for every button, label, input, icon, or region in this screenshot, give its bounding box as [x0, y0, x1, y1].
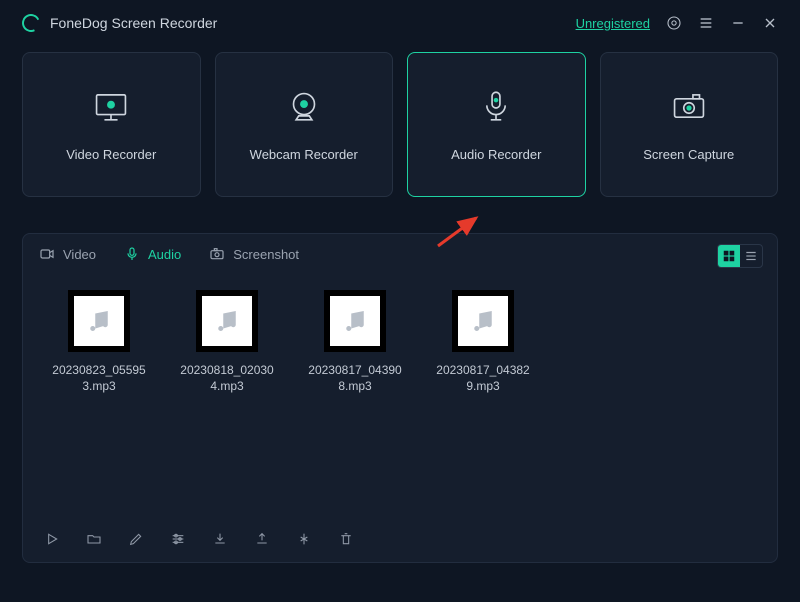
app-title: FoneDog Screen Recorder	[50, 15, 217, 31]
webcam-recorder-card[interactable]: Webcam Recorder	[215, 52, 394, 197]
app-window: FoneDog Screen Recorder Unregistered	[0, 0, 800, 602]
grid-view-button[interactable]	[718, 245, 740, 267]
import-button[interactable]	[211, 530, 229, 548]
titlebar-left: FoneDog Screen Recorder	[22, 14, 217, 32]
titlebar: FoneDog Screen Recorder Unregistered	[0, 0, 800, 42]
export-button[interactable]	[253, 530, 271, 548]
menu-icon[interactable]	[698, 15, 714, 31]
unregistered-link[interactable]: Unregistered	[576, 16, 650, 31]
delete-button[interactable]	[337, 530, 355, 548]
screen-capture-label: Screen Capture	[643, 147, 734, 162]
sliders-button[interactable]	[169, 530, 187, 548]
minimize-button[interactable]	[730, 15, 746, 31]
video-recorder-label: Video Recorder	[66, 147, 156, 162]
file-name: 20230818_020304.mp3	[177, 362, 277, 394]
microphone-icon	[475, 87, 517, 129]
screen-capture-card[interactable]: Screen Capture	[600, 52, 779, 197]
tab-video-label: Video	[63, 247, 96, 262]
camera-icon	[668, 87, 710, 129]
play-button[interactable]	[43, 530, 61, 548]
recorder-cards: Video Recorder Webcam Recorder	[0, 42, 800, 197]
library-panel: Video Audio Screenshot	[22, 233, 778, 563]
tab-screenshot[interactable]: Screenshot	[209, 246, 299, 262]
file-name: 20230823_055953.mp3	[49, 362, 149, 394]
list-view-button[interactable]	[740, 245, 762, 267]
audio-thumbnail-icon	[324, 290, 386, 352]
tab-audio[interactable]: Audio	[124, 246, 181, 262]
list-item[interactable]: 20230818_020304.mp3	[177, 290, 277, 394]
list-item[interactable]: 20230823_055953.mp3	[49, 290, 149, 394]
tab-audio-label: Audio	[148, 247, 181, 262]
audio-thumbnail-icon	[68, 290, 130, 352]
edit-button[interactable]	[127, 530, 145, 548]
tab-screenshot-label: Screenshot	[233, 247, 299, 262]
webcam-recorder-label: Webcam Recorder	[250, 147, 358, 162]
settings-icon[interactable]	[666, 15, 682, 31]
trim-button[interactable]	[295, 530, 313, 548]
open-folder-button[interactable]	[85, 530, 103, 548]
audio-recorder-card[interactable]: Audio Recorder	[407, 52, 586, 197]
tab-video[interactable]: Video	[39, 246, 96, 262]
file-name: 20230817_043829.mp3	[433, 362, 533, 394]
file-name: 20230817_043908.mp3	[305, 362, 405, 394]
audio-recorder-label: Audio Recorder	[451, 147, 541, 162]
library-toolbar	[23, 518, 777, 562]
list-item[interactable]: 20230817_043829.mp3	[433, 290, 533, 394]
audio-thumbnail-icon	[196, 290, 258, 352]
view-toggle	[717, 244, 763, 268]
library-tabs: Video Audio Screenshot	[23, 234, 777, 272]
library-grid: 20230823_055953.mp3 20230818_020304.mp3 …	[23, 272, 777, 394]
webcam-icon	[283, 87, 325, 129]
audio-thumbnail-icon	[452, 290, 514, 352]
monitor-icon	[90, 87, 132, 129]
video-recorder-card[interactable]: Video Recorder	[22, 52, 201, 197]
titlebar-right: Unregistered	[576, 15, 778, 31]
close-button[interactable]	[762, 15, 778, 31]
list-item[interactable]: 20230817_043908.mp3	[305, 290, 405, 394]
app-logo-icon	[19, 11, 42, 34]
